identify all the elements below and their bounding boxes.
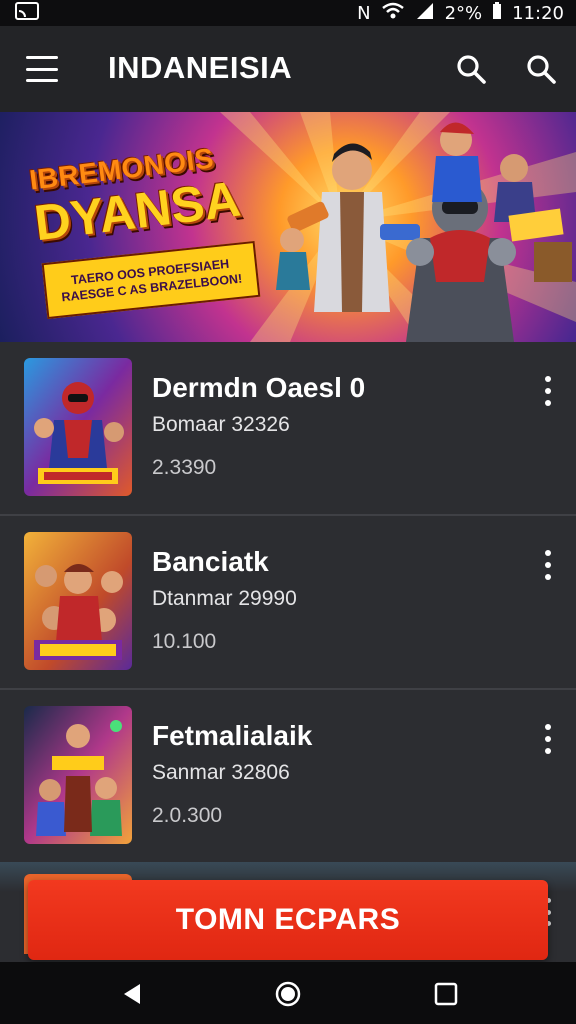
signal-icon (415, 2, 435, 25)
item-title: Fetmalialaik (152, 720, 313, 751)
item-thumbnail (24, 358, 132, 496)
item-meta: 10.100 (152, 630, 217, 653)
more-options-icon[interactable] (542, 724, 554, 754)
status-bar: N 2°% 11:20 (0, 0, 576, 26)
back-icon[interactable] (118, 980, 146, 1008)
app-title: INDANEISIA (108, 50, 293, 85)
network-label: N (357, 2, 371, 24)
item-subtitle: Sanmar 32806 (152, 761, 290, 784)
list-item[interactable]: Dermdn Oaesl 0 Bomaar 32326 2.3390 (0, 342, 576, 516)
more-options-icon[interactable] (542, 550, 554, 580)
item-subtitle: Dtanmar 29990 (152, 587, 297, 610)
app-bar: INDANEISIA (0, 26, 576, 112)
promo-banner[interactable]: IBREMONOIS DYANSA TAERO OOS PROEFSIAEH R… (0, 112, 576, 342)
recents-icon[interactable] (432, 980, 460, 1008)
menu-icon[interactable] (26, 56, 58, 82)
search-icon[interactable] (454, 52, 488, 86)
more-options-icon[interactable] (542, 376, 554, 406)
home-icon[interactable] (274, 980, 302, 1008)
system-nav-bar (0, 962, 576, 1024)
battery-icon (492, 1, 502, 25)
cta-button[interactable]: TOMN ECPARS (28, 880, 548, 960)
item-title: Banciatk (152, 546, 269, 577)
item-subtitle: Bomaar 32326 (152, 413, 290, 436)
battery-text: 2°% (444, 2, 483, 24)
cast-icon (14, 1, 40, 26)
banner-characters-illustration (276, 122, 572, 342)
list-item[interactable]: Fetmalialaik Sanmar 32806 2.0.300 (0, 690, 576, 864)
search-icon-secondary[interactable] (524, 52, 558, 86)
item-thumbnail (24, 706, 132, 844)
item-meta: 2.0.300 (152, 804, 223, 827)
clock: 11:20 (512, 2, 564, 24)
list-item[interactable]: Banciatk Dtanmar 29990 10.100 (0, 516, 576, 690)
item-title: Dermdn Oaesl 0 (152, 372, 366, 403)
item-meta: 2.3390 (152, 456, 217, 479)
item-thumbnail (24, 532, 132, 670)
app-list: Dermdn Oaesl 0 Bomaar 32326 2.3390 Banci… (0, 342, 576, 864)
wifi-icon (381, 2, 405, 25)
